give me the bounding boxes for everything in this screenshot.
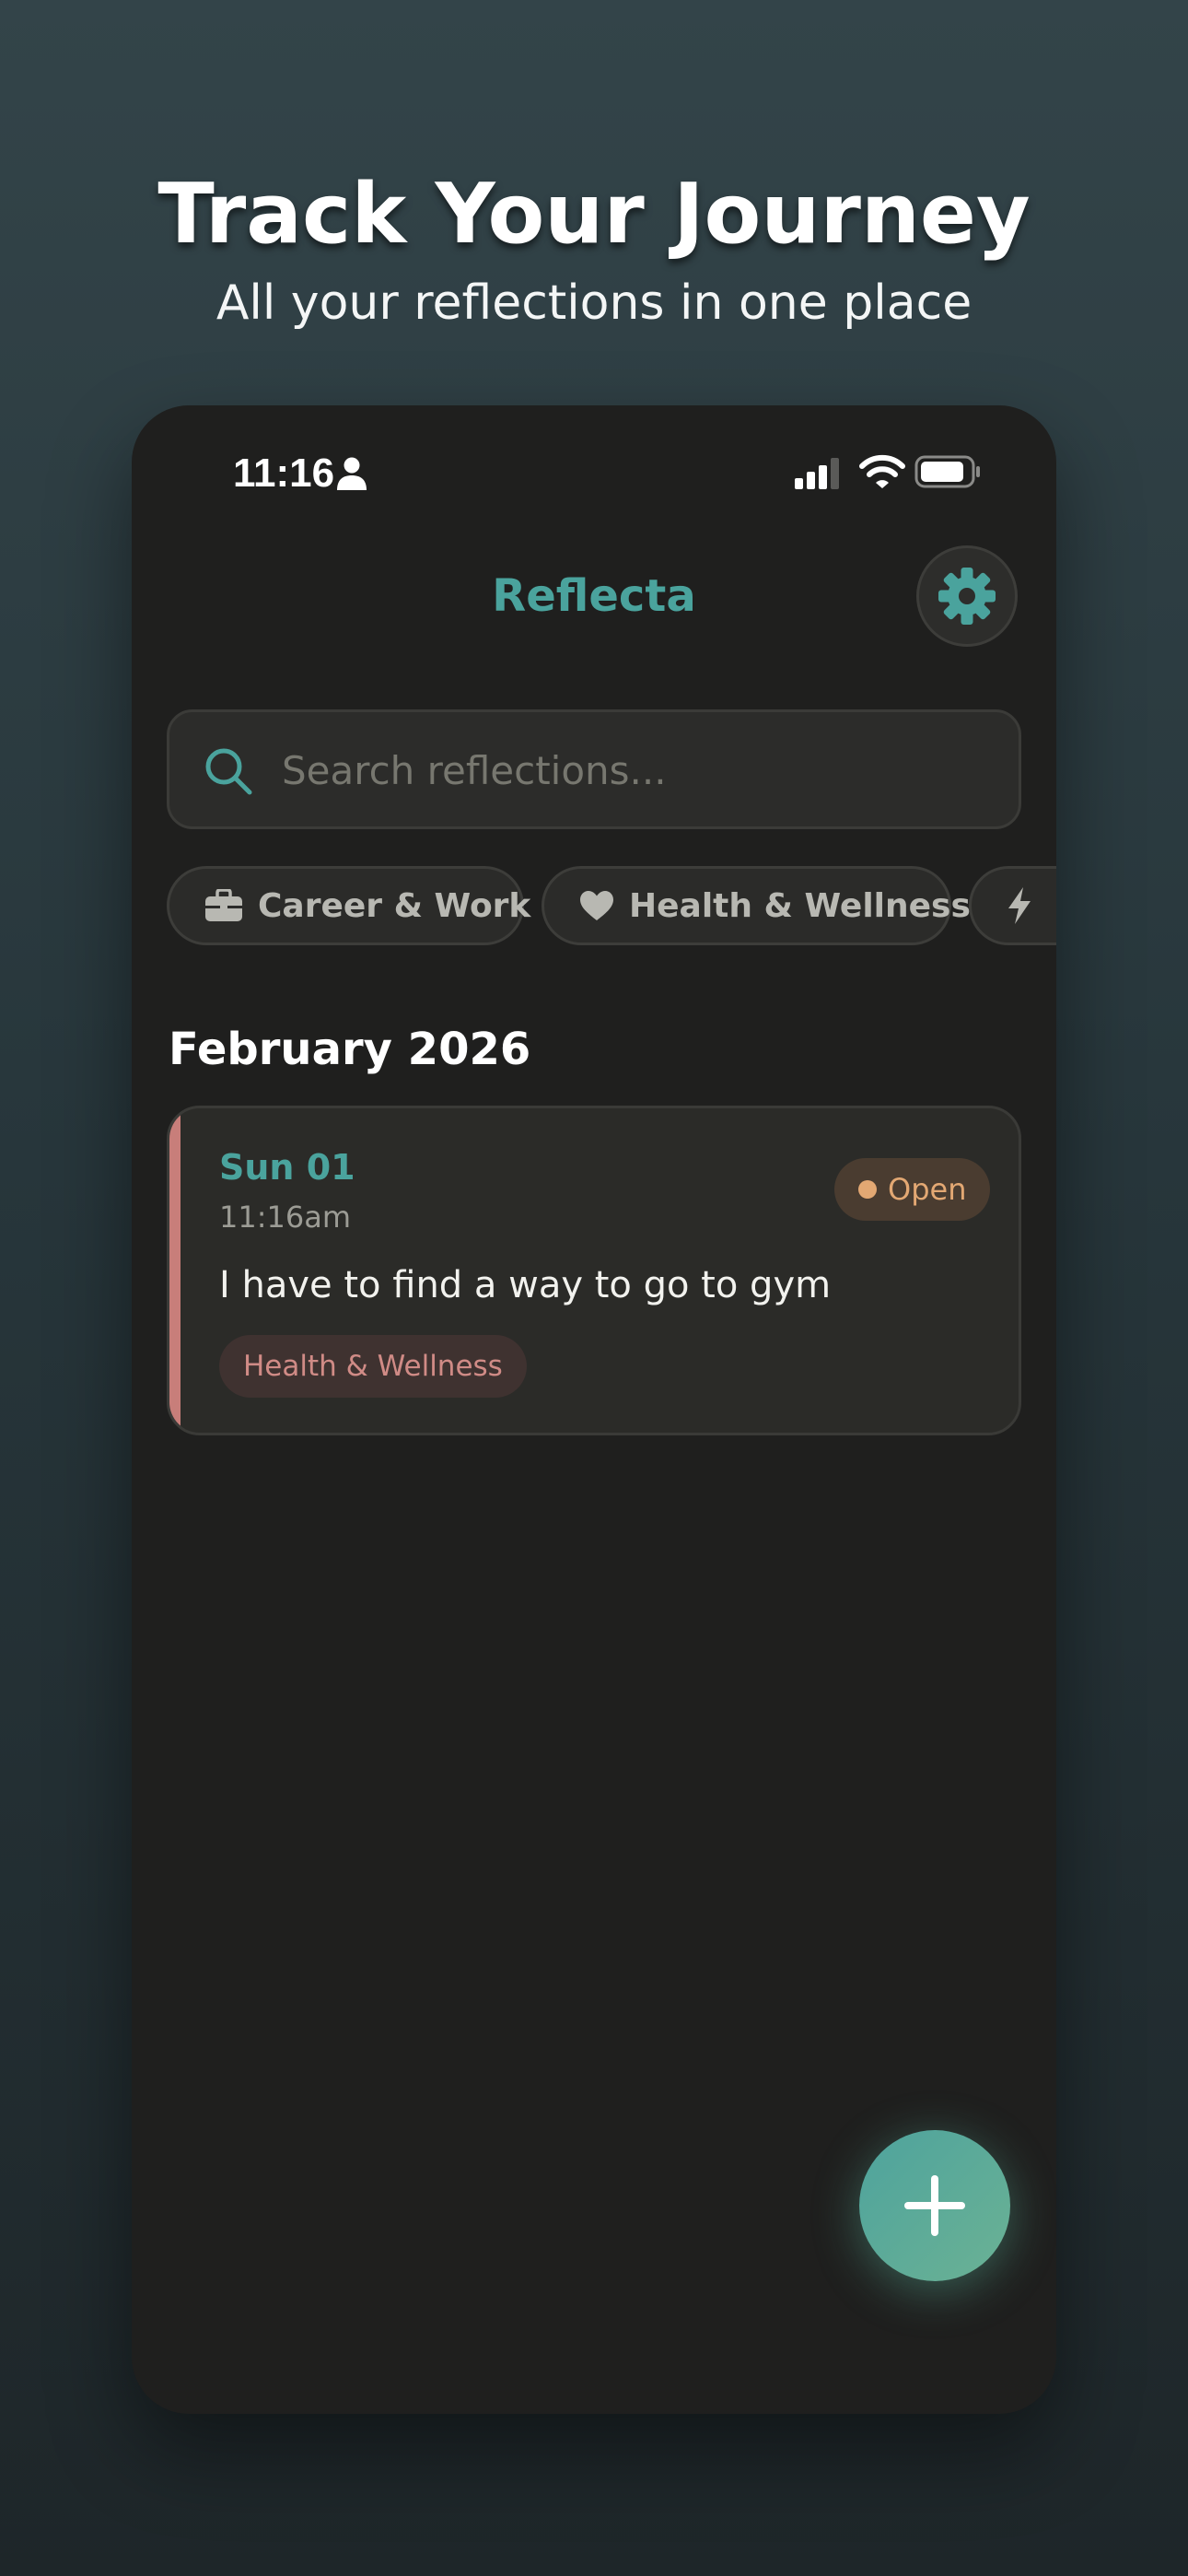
category-chip-energy[interactable]	[969, 866, 1056, 945]
lightning-icon	[1008, 887, 1031, 924]
entry-time: 11:16am	[219, 1200, 351, 1235]
add-reflection-button[interactable]	[859, 2130, 1010, 2281]
entry-date: Sun 01	[219, 1147, 355, 1188]
status-dot-icon	[858, 1180, 877, 1199]
category-chip-career-work[interactable]: Career & Work	[167, 866, 530, 945]
battery-icon	[914, 455, 980, 488]
hero-subtitle: All your reflections in one place	[215, 275, 973, 331]
search-input[interactable]	[280, 734, 1002, 806]
category-accent-bar	[169, 1108, 181, 1433]
plus-icon	[904, 2175, 965, 2236]
chip-label: Health & Wellness	[629, 886, 971, 925]
signal-icon	[795, 458, 839, 489]
wifi-icon	[859, 454, 905, 488]
category-tag: Health & Wellness	[219, 1335, 527, 1398]
reflection-card[interactable]: Sun 01 11:16am Open I have to find a way…	[167, 1106, 1021, 1435]
settings-button[interactable]	[916, 545, 1018, 647]
phone-screen: 11:16 Reflecta Search reflections... Car…	[132, 405, 1056, 2414]
entry-text: I have to find a way to go to gym	[219, 1264, 832, 1306]
search-box	[167, 709, 1021, 829]
category-filter-row: Career & Work Health & Wellness	[167, 866, 1056, 949]
status-time: 11:16	[233, 451, 335, 496]
briefcase-icon	[205, 889, 242, 921]
category-chip-health-wellness[interactable]: Health & Wellness	[542, 866, 971, 945]
hero-title: Track Your Journey	[157, 166, 1031, 263]
heart-icon	[580, 891, 613, 920]
person-icon	[337, 457, 367, 490]
month-header: February 2026	[169, 1024, 531, 1075]
gear-icon	[938, 568, 996, 625]
status-label: Open	[888, 1172, 967, 1207]
status-badge: Open	[834, 1158, 991, 1221]
chip-label: Career & Work	[258, 886, 531, 925]
search-icon	[205, 748, 252, 795]
